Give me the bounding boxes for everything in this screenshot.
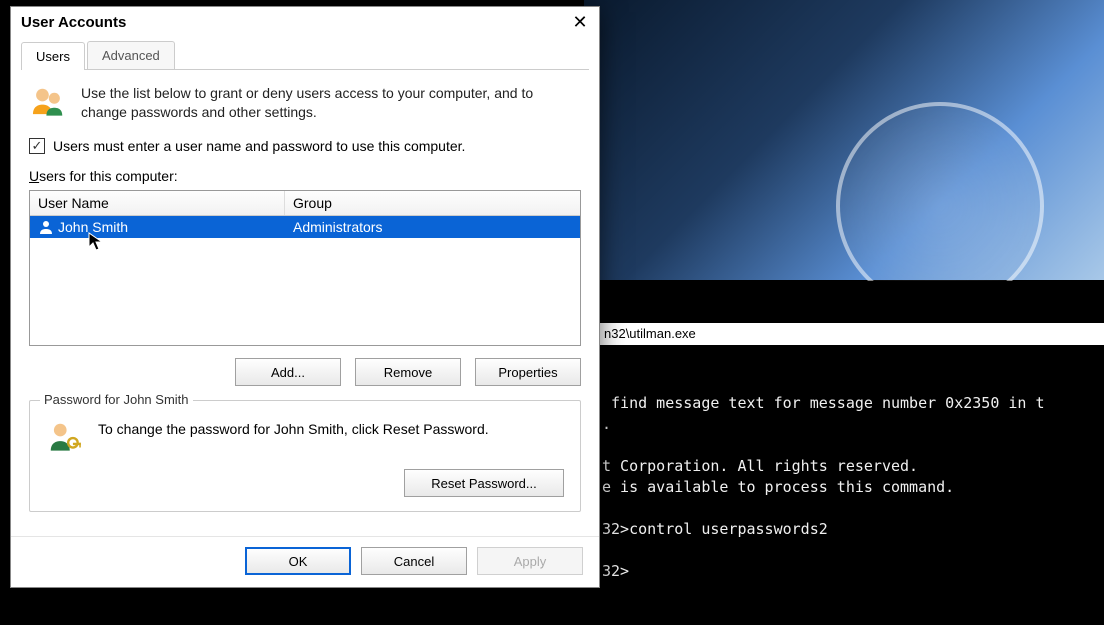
- dialog-title: User Accounts: [21, 14, 126, 31]
- properties-button[interactable]: Properties: [475, 358, 581, 386]
- close-button[interactable]: ✕: [567, 11, 593, 33]
- user-row-group: Administrators: [285, 216, 390, 238]
- listview-header: User Name Group: [30, 191, 580, 216]
- must-enter-password-checkbox[interactable]: ✓: [29, 138, 45, 154]
- users-list-label: Users for this computer:: [29, 168, 581, 184]
- tab-users[interactable]: Users: [21, 42, 85, 70]
- remove-button[interactable]: Remove: [355, 358, 461, 386]
- ok-button[interactable]: OK: [245, 547, 351, 575]
- terminal-title: n32\utilman.exe: [598, 323, 1104, 345]
- users-listview[interactable]: User Name Group John Smith Administrator…: [29, 190, 581, 346]
- apply-button: Apply: [477, 547, 583, 575]
- user-row[interactable]: John Smith Administrators: [30, 216, 580, 238]
- add-button[interactable]: Add...: [235, 358, 341, 386]
- user-row-name: John Smith: [58, 219, 128, 235]
- cancel-button[interactable]: Cancel: [361, 547, 467, 575]
- user-avatar-icon: [38, 219, 54, 235]
- users-icon: [29, 84, 67, 122]
- password-groupbox: Password for John Smith To change the pa…: [29, 400, 581, 512]
- tab-advanced[interactable]: Advanced: [87, 41, 175, 69]
- desktop-wallpaper: [584, 0, 1104, 280]
- reset-password-text: To change the password for John Smith, c…: [98, 419, 489, 437]
- password-group-title: Password for John Smith: [40, 392, 193, 407]
- user-key-icon: [46, 419, 84, 457]
- terminal-output: find message text for message number 0x2…: [602, 393, 1100, 582]
- reset-password-button[interactable]: Reset Password...: [404, 469, 564, 497]
- column-header-username[interactable]: User Name: [30, 191, 285, 215]
- intro-text: Use the list below to grant or deny user…: [81, 84, 581, 122]
- tab-strip: Users Advanced: [21, 41, 589, 70]
- command-prompt-window[interactable]: n32\utilman.exe find message text for me…: [598, 281, 1104, 591]
- must-enter-password-label: Users must enter a user name and passwor…: [53, 138, 465, 154]
- column-header-group[interactable]: Group: [285, 191, 580, 215]
- user-accounts-dialog: User Accounts ✕ Users Advanced Use the l…: [10, 6, 600, 588]
